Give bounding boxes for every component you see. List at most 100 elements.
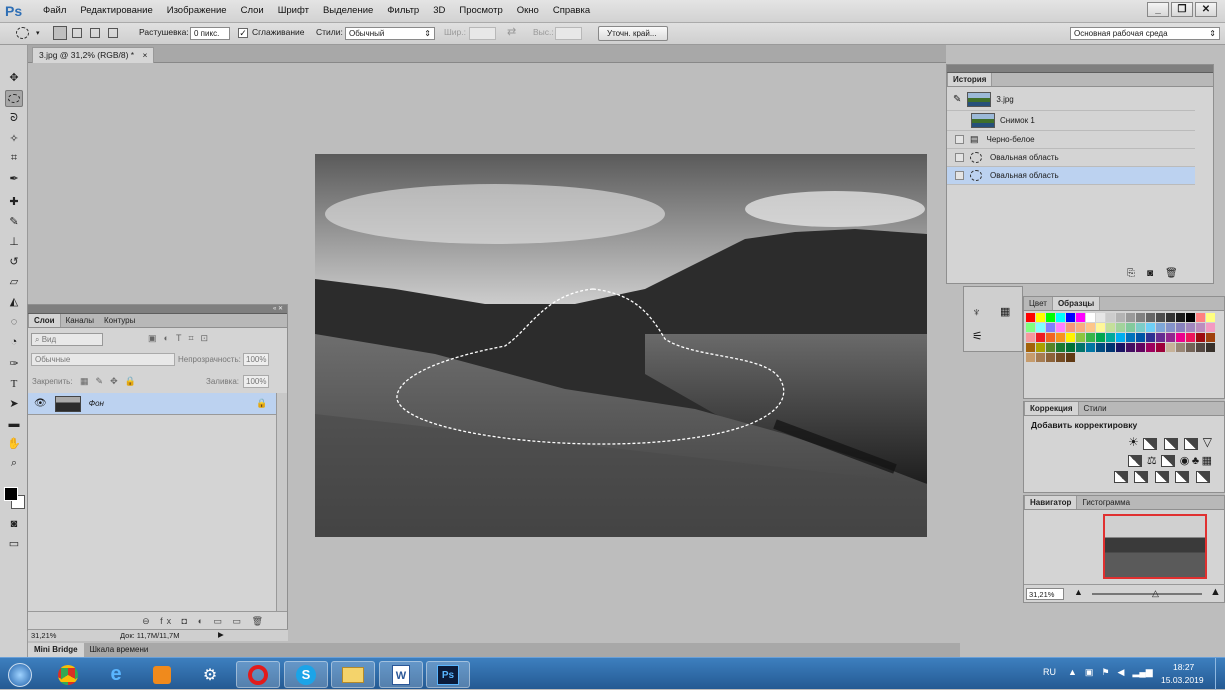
color-swatch[interactable] [1056, 353, 1065, 362]
menu-file[interactable]: Файл [36, 5, 73, 16]
color-swatch[interactable] [1196, 333, 1205, 342]
hand-tool-icon[interactable]: ✋ [5, 435, 23, 452]
color-swatch[interactable] [1106, 343, 1115, 352]
color-swatch[interactable] [1116, 313, 1125, 322]
color-swatch[interactable] [1086, 333, 1095, 342]
color-swatch[interactable] [1056, 313, 1065, 322]
color-swatch[interactable] [1166, 323, 1175, 332]
color-lookup-icon[interactable]: ▦ [1202, 455, 1212, 467]
opera-icon[interactable] [236, 661, 280, 688]
color-swatch[interactable] [1206, 323, 1215, 332]
rectangle-tool-icon[interactable]: ▬ [5, 415, 23, 432]
eyedropper-tool-icon[interactable]: ✒ [5, 170, 23, 187]
swap-icon[interactable]: ⇄ [507, 25, 516, 38]
network-icon[interactable]: ⚙ [188, 661, 232, 688]
color-swatch[interactable] [1186, 313, 1195, 322]
color-swatch[interactable] [1136, 313, 1145, 322]
document-image[interactable] [315, 154, 927, 537]
brightness-icon[interactable]: ☀ [1128, 435, 1139, 449]
color-swatch[interactable] [1046, 343, 1055, 352]
channel-mixer-icon[interactable]: ♣ [1192, 455, 1199, 467]
feather-input[interactable]: 0 пикс. [190, 27, 230, 40]
color-swatch[interactable] [1076, 313, 1085, 322]
color-swatch[interactable] [1166, 343, 1175, 352]
color-swatch[interactable] [1026, 343, 1035, 352]
zoom-out-icon[interactable]: ▲ [1074, 587, 1083, 597]
tool-preset-arrow-icon[interactable]: ▾ [36, 29, 40, 37]
tab-paths[interactable]: Контуры [99, 314, 140, 327]
tray-signal-icon[interactable]: ▂▄▆ [1132, 667, 1152, 678]
color-swatch[interactable] [1146, 343, 1155, 352]
color-swatch[interactable] [1196, 343, 1205, 352]
layer-row[interactable]: 👁 Фон 🔒 [28, 393, 276, 415]
eraser-tool-icon[interactable]: ▱ [5, 273, 23, 290]
type-filter-icon[interactable]: T [176, 333, 182, 344]
color-swatch[interactable] [1196, 313, 1205, 322]
color-swatch[interactable] [1026, 353, 1035, 362]
menu-filter[interactable]: Фильтр [380, 5, 426, 16]
smart-filter-icon[interactable]: ⊡ [201, 333, 209, 344]
color-swatch[interactable] [1036, 323, 1045, 332]
color-swatch[interactable] [1036, 343, 1045, 352]
color-swatch[interactable] [1046, 333, 1055, 342]
eye-icon[interactable]: 👁 [34, 398, 47, 409]
exposure-icon[interactable] [1184, 437, 1199, 450]
color-swatch[interactable] [1026, 323, 1035, 332]
skype-icon[interactable]: S [284, 661, 328, 688]
lasso-tool-icon[interactable]: ᘐ [5, 110, 23, 127]
navigator-zoom-field[interactable]: 31,21% [1026, 588, 1064, 600]
history-checkbox[interactable] [955, 153, 964, 162]
swatch-grid[interactable] [1024, 311, 1224, 365]
shape-filter-icon[interactable]: ⌗ [188, 333, 193, 344]
tab-layers[interactable]: Слои [28, 314, 61, 327]
color-swatch[interactable] [1026, 313, 1035, 322]
antialias-checkbox[interactable]: ✓ [238, 28, 248, 38]
posterize-icon[interactable] [1134, 471, 1149, 484]
levels-icon[interactable] [1143, 437, 1158, 450]
language-indicator[interactable]: RU [1043, 667, 1056, 677]
color-swatch[interactable] [1096, 323, 1105, 332]
zoom-slider-thumb-icon[interactable]: △ [1152, 588, 1159, 599]
marquee-tool-icon[interactable] [5, 90, 23, 107]
color-swatch[interactable] [1136, 323, 1145, 332]
color-swatch[interactable] [1176, 333, 1185, 342]
refine-edge-button[interactable]: Уточн. край... [598, 26, 668, 41]
dodge-tool-icon[interactable]: ◔ [5, 333, 23, 350]
width-input[interactable] [469, 27, 496, 40]
color-swatch[interactable] [1206, 333, 1215, 342]
color-swatch[interactable] [1096, 333, 1105, 342]
color-swatch[interactable] [1076, 323, 1085, 332]
history-state-row[interactable]: Овальная область [947, 167, 1195, 185]
color-swatch[interactable] [1186, 323, 1195, 332]
menu-layers[interactable]: Слои [234, 5, 271, 16]
adjust-filter-icon[interactable]: ◐ [164, 333, 169, 344]
color-swatch[interactable] [1046, 313, 1055, 322]
tab-timeline[interactable]: Шкала времени [84, 643, 155, 657]
foreground-color-swatch[interactable] [4, 487, 18, 501]
color-swatch[interactable] [1066, 313, 1075, 322]
color-swatch[interactable] [1136, 333, 1145, 342]
add-selection-icon[interactable] [72, 28, 82, 38]
color-swatch[interactable] [1116, 323, 1125, 332]
tab-history[interactable]: История [947, 73, 993, 86]
gradient-map-icon[interactable] [1175, 471, 1190, 484]
stamp-tool-icon[interactable]: ⊥ [5, 233, 23, 250]
color-swatch[interactable] [1116, 333, 1125, 342]
history-brush-icon[interactable]: ✎ [953, 94, 961, 105]
color-swatch[interactable] [1046, 323, 1055, 332]
color-swatch[interactable] [1116, 343, 1125, 352]
zoom-in-icon[interactable]: ▲ [1210, 586, 1221, 598]
navigator-preview[interactable] [1103, 514, 1207, 579]
invert-icon[interactable] [1113, 471, 1128, 484]
color-swatch[interactable] [1086, 323, 1095, 332]
hue-saturation-icon[interactable] [1128, 455, 1143, 468]
color-swatch[interactable] [1086, 313, 1095, 322]
properties-icon[interactable]: ⚟ [972, 329, 983, 343]
brush-tool-icon[interactable]: ✎ [5, 213, 23, 230]
tab-navigator[interactable]: Навигатор [1024, 496, 1078, 509]
tray-flag-icon[interactable]: ⚑ [1101, 667, 1109, 678]
tab-adjustments[interactable]: Коррекция [1024, 402, 1079, 415]
maximize-button[interactable]: ❐ [1171, 2, 1193, 17]
move-tool-icon[interactable]: ✥ [5, 69, 23, 86]
photoshop-taskbar-icon[interactable]: Ps [426, 661, 470, 688]
